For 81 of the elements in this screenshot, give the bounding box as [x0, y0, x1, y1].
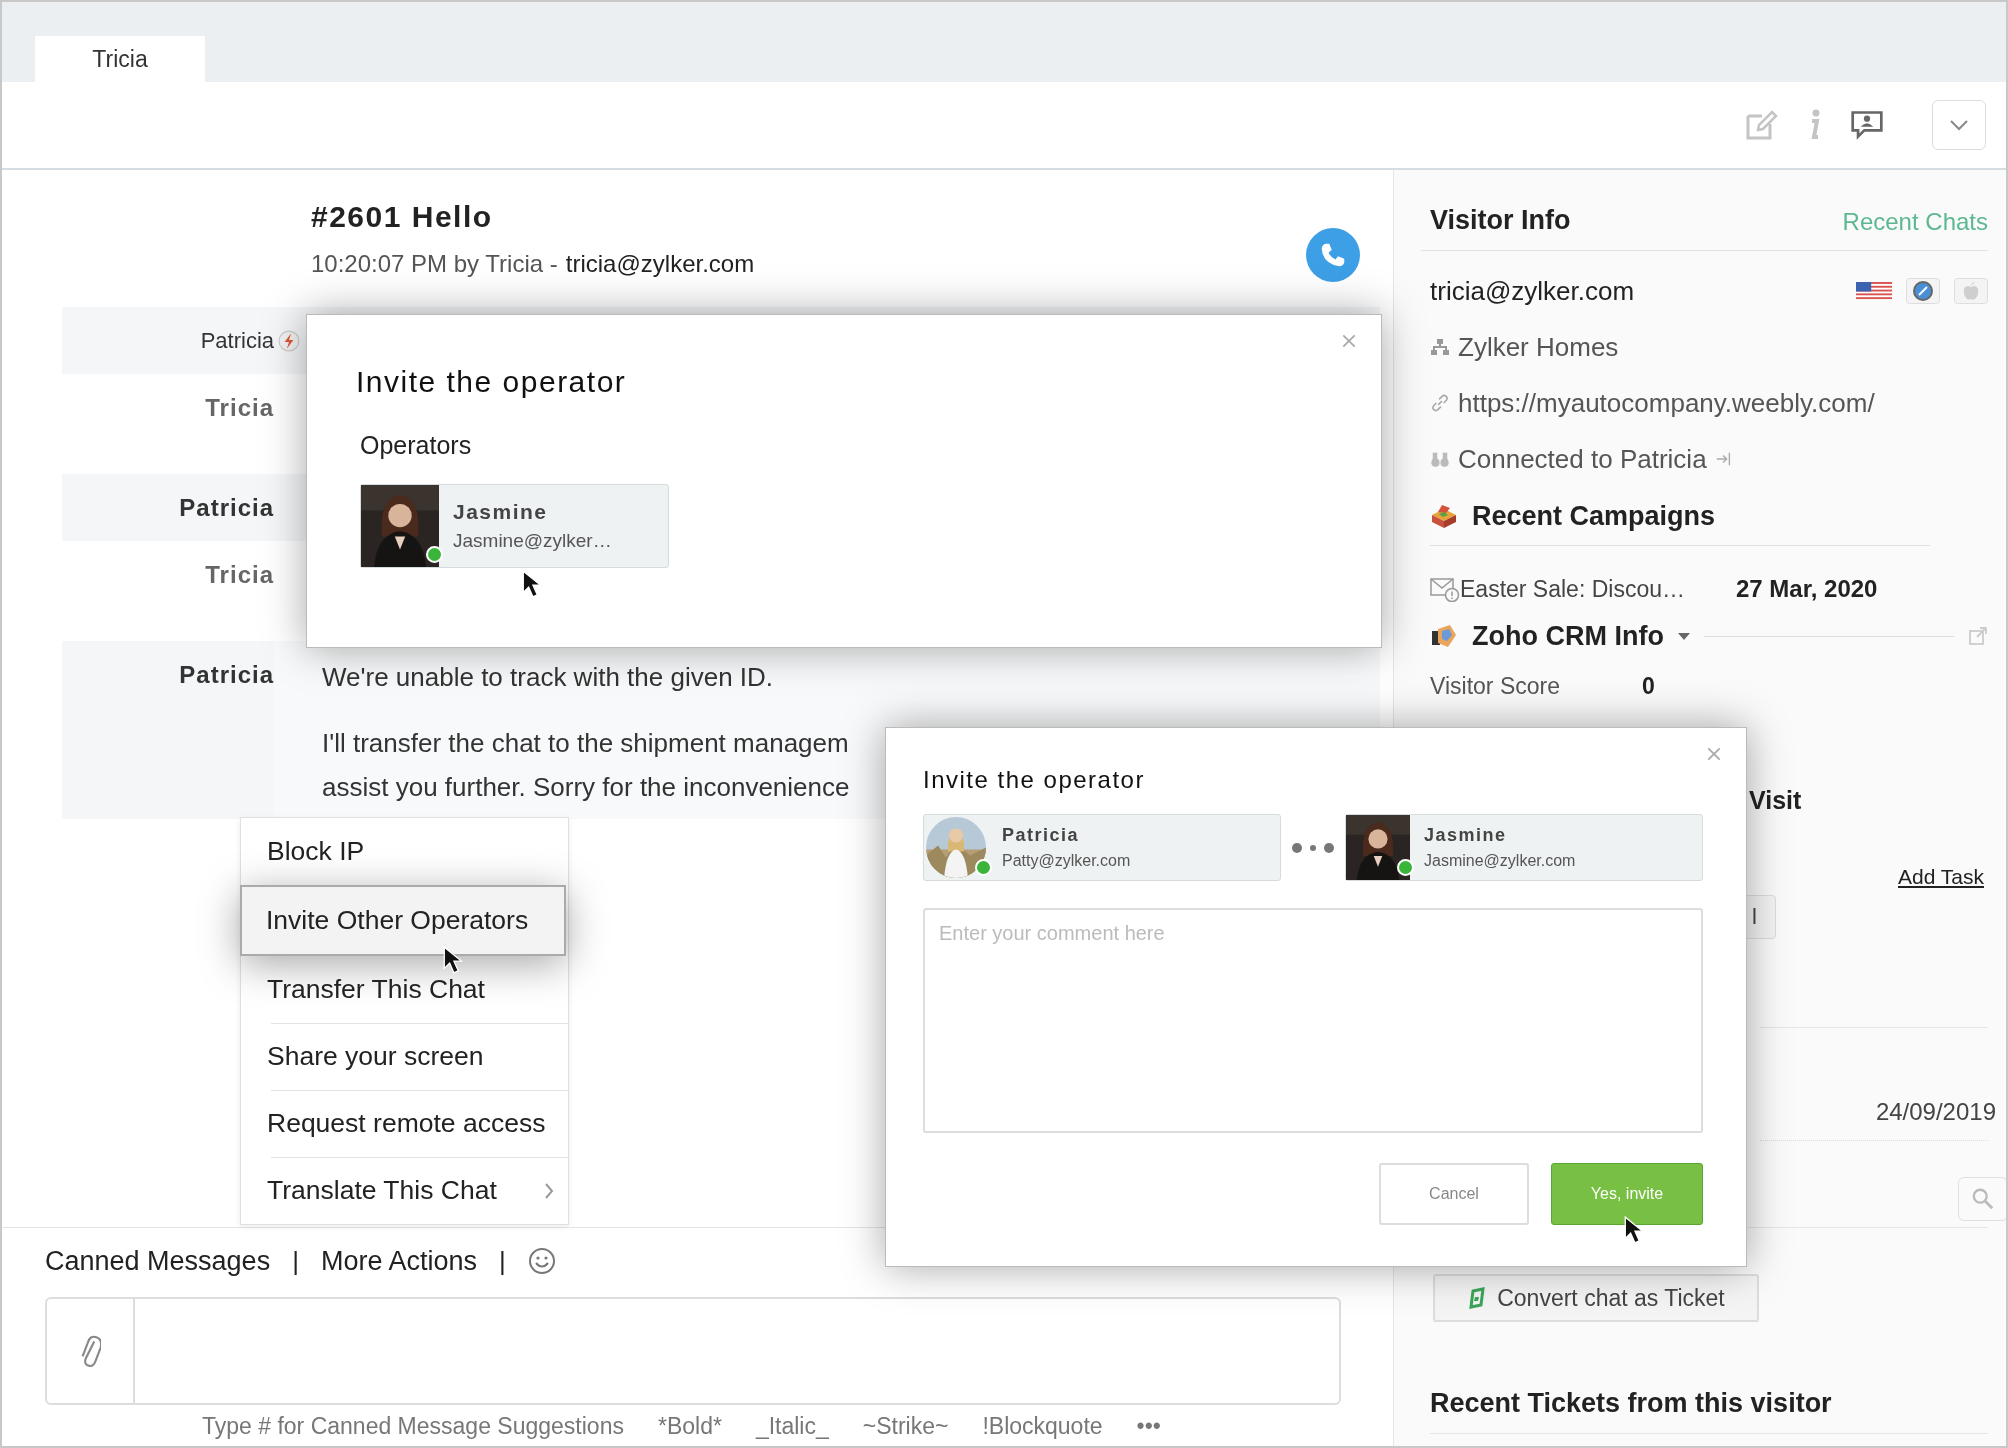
campaign-icon — [1430, 503, 1458, 529]
visit-date: 24/09/2019 — [1875, 1098, 1996, 1126]
section-title: Zoho CRM Info — [1472, 620, 1664, 652]
org-chart-icon — [1430, 337, 1450, 357]
connection-status: Connected to Patricia — [1458, 443, 1707, 475]
menu-item[interactable]: Block IP — [241, 818, 568, 885]
format-hint: _Italic_ — [755, 1413, 829, 1440]
dialog-title: Invite the operator — [923, 766, 1146, 794]
sender-name: Tricia — [205, 394, 274, 422]
chat-person-icon[interactable] — [1850, 108, 1884, 142]
operator-name: Jasmine — [453, 500, 549, 524]
flag-icon — [1856, 281, 1892, 301]
section-label: Operators — [360, 431, 473, 460]
menu-item[interactable]: Request remote access — [241, 1090, 568, 1157]
company-name: Zylker Homes — [1458, 331, 1619, 363]
dropdown-button[interactable] — [1932, 100, 1986, 150]
chat-title: #2601 Hello — [311, 200, 494, 234]
search-icon — [1971, 1187, 1995, 1211]
sign-in-icon[interactable] — [1714, 450, 1733, 468]
sender-name: Patricia — [179, 661, 274, 689]
bolt-icon — [278, 329, 300, 352]
section-title: Visitor Info — [1430, 205, 1571, 236]
format-hint: ~Strike~ — [862, 1413, 949, 1440]
link-icon — [1430, 393, 1450, 413]
edit-icon[interactable] — [1744, 108, 1778, 142]
section-title: Visit — [1749, 786, 1803, 815]
dialog-title: Invite the operator — [356, 365, 628, 399]
search-button[interactable] — [1958, 1177, 2006, 1221]
caret-icon[interactable] — [1677, 632, 1690, 640]
section-title: Recent Campaigns — [1472, 500, 1716, 532]
add-task-link[interactable]: Add Task — [1898, 865, 1984, 889]
menu-item[interactable]: Transfer This Chat — [241, 956, 568, 1023]
menu-item[interactable]: Invite Other Operators — [240, 885, 566, 956]
message-text: assist you further. Sorry for the inconvenience — [322, 771, 850, 804]
apple-icon — [1954, 278, 1988, 304]
sender-name: Patricia — [200, 327, 274, 354]
mail-alert-icon — [1430, 576, 1460, 602]
menu-item[interactable]: Translate This Chat — [241, 1157, 568, 1224]
format-hint: Type # for Canned Message Suggestions — [202, 1413, 624, 1440]
chat-meta: 10:20:07 PM by Tricia - — [311, 250, 558, 278]
chat-email: tricia@zylker.com — [565, 250, 755, 278]
operator-name: Jasmine — [1424, 825, 1508, 846]
close-icon[interactable] — [1341, 333, 1357, 349]
attachment-icon[interactable] — [79, 1333, 101, 1369]
close-icon[interactable] — [1706, 746, 1722, 762]
message-text: I'll transfer the chat to the shipment managem — [322, 727, 849, 760]
ticket-icon — [1467, 1287, 1488, 1309]
operator-name: Patricia — [1002, 825, 1081, 846]
visitor-email: tricia@zylker.com — [1430, 275, 1636, 307]
campaign-name: Easter Sale: Discou… — [1460, 575, 1686, 603]
section-title: Recent Tickets from this visitor — [1430, 1388, 1833, 1419]
menu-item[interactable]: Share your screen — [241, 1023, 568, 1090]
visitor-url: https://myautocompany.weebly.com/ — [1458, 387, 1875, 419]
campaign-date: 27 Mar, 2020 — [1736, 575, 1878, 603]
cancel-button[interactable]: Cancel — [1379, 1163, 1529, 1225]
score-value: 0 — [1642, 672, 1655, 700]
separator: | — [499, 1245, 506, 1277]
format-hint: *Bold* — [657, 1413, 722, 1440]
operator-email: Patty@zylker.com — [1002, 852, 1131, 870]
composer-action[interactable]: More Actions — [320, 1245, 477, 1277]
call-button[interactable] — [1306, 228, 1360, 282]
comment-field[interactable]: Enter your comment here — [923, 908, 1703, 1133]
message-input[interactable] — [45, 1297, 1341, 1405]
crm-icon — [1430, 623, 1458, 649]
operator-email: Jasmine@zylker.com — [1424, 852, 1576, 870]
message-text: We're unable to track with the given ID. — [322, 661, 774, 694]
format-hint: ••• — [1136, 1413, 1161, 1440]
operator-card[interactable]: Jasmine Jasmine@zylker… — [360, 484, 669, 568]
tab[interactable]: Tricia — [35, 36, 205, 82]
separator: | — [292, 1245, 299, 1277]
emoji-icon[interactable] — [527, 1247, 556, 1275]
composer-action[interactable]: Canned Messages — [45, 1245, 271, 1277]
compass-icon — [1906, 278, 1940, 304]
external-link-icon[interactable] — [1968, 626, 1988, 646]
sender-name: Patricia — [179, 494, 274, 522]
sender-name: Tricia — [205, 561, 274, 589]
operator-email: Jasmine@zylker… — [453, 530, 612, 552]
chevron-down-icon — [1949, 119, 1969, 131]
format-hint: !Blockquote — [982, 1413, 1103, 1440]
convert-ticket-button[interactable]: Convert chat as Ticket — [1433, 1274, 1759, 1322]
score-label: Visitor Score — [1430, 672, 1561, 700]
